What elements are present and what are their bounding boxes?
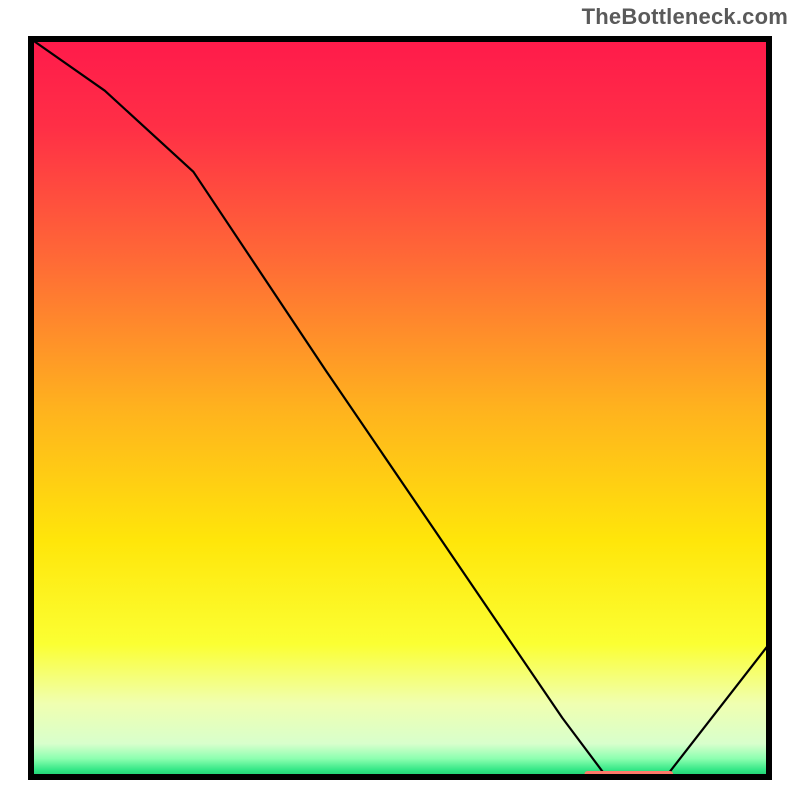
- chart-container: TheBottleneck.com: [0, 0, 800, 800]
- plot-area: [20, 28, 780, 788]
- gradient-background: [31, 39, 769, 777]
- chart-svg: [20, 28, 780, 788]
- watermark-text: TheBottleneck.com: [582, 4, 788, 30]
